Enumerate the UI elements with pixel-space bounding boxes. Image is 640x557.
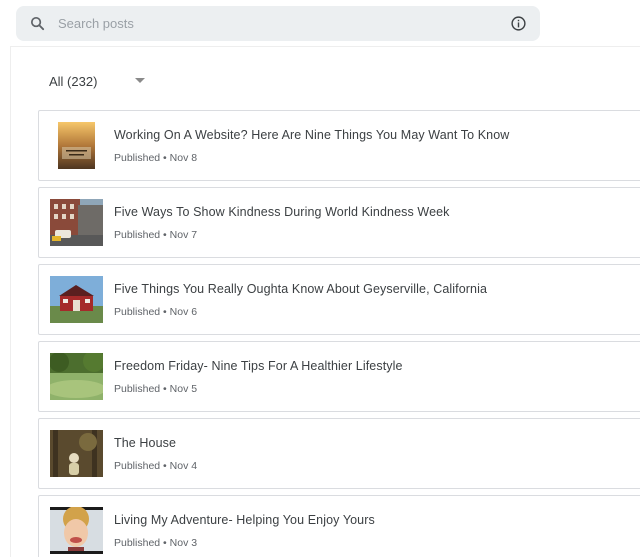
post-meta: Published • Nov 8	[114, 152, 198, 164]
post-status: Published	[114, 229, 161, 241]
post-meta: Published • Nov 7	[114, 229, 198, 241]
post-status: Published	[114, 460, 161, 472]
post-thumbnail	[50, 276, 103, 323]
post-title[interactable]: Five Things You Really Oughta Know About…	[114, 282, 487, 296]
info-icon[interactable]	[510, 15, 527, 32]
post-meta: Published • Nov 6	[114, 306, 198, 318]
post-title[interactable]: Five Ways To Show Kindness During World …	[114, 205, 450, 219]
sidebar-divider	[10, 46, 11, 557]
post-status: Published	[114, 152, 161, 164]
post-thumbnail	[50, 353, 103, 400]
header-divider	[10, 46, 640, 47]
post-date: Nov 6	[169, 306, 198, 318]
search-bar[interactable]	[16, 6, 540, 41]
post-item[interactable]: Living My Adventure- Helping You Enjoy Y…	[38, 495, 640, 557]
post-date: Nov 5	[169, 383, 198, 395]
post-meta: Published • Nov 5	[114, 383, 198, 395]
post-date: Nov 3	[169, 537, 198, 549]
post-item[interactable]: The House Published • Nov 4	[38, 418, 640, 489]
search-icon[interactable]	[29, 15, 46, 32]
post-thumbnail	[50, 199, 103, 246]
post-title[interactable]: Living My Adventure- Helping You Enjoy Y…	[114, 513, 375, 527]
post-meta: Published • Nov 4	[114, 460, 198, 472]
post-date: Nov 7	[169, 229, 198, 241]
post-item[interactable]: Working On A Website? Here Are Nine Thin…	[38, 110, 640, 181]
post-item[interactable]: Five Ways To Show Kindness During World …	[38, 187, 640, 258]
post-date: Nov 4	[169, 460, 198, 472]
post-date: Nov 8	[169, 152, 198, 164]
post-item[interactable]: Five Things You Really Oughta Know About…	[38, 264, 640, 335]
post-item[interactable]: Freedom Friday- Nine Tips For A Healthie…	[38, 341, 640, 412]
post-title[interactable]: Working On A Website? Here Are Nine Thin…	[114, 128, 509, 142]
post-title[interactable]: The House	[114, 436, 176, 450]
top-bar	[0, 0, 640, 46]
post-thumbnail	[50, 122, 103, 169]
posts-page: All (232) Working On A Website? Here Are…	[0, 0, 640, 557]
post-thumbnail	[50, 507, 103, 554]
caret-down-icon	[135, 78, 145, 83]
post-status: Published	[114, 383, 161, 395]
post-meta: Published • Nov 3	[114, 537, 198, 549]
post-status: Published	[114, 537, 161, 549]
filter-label: All (232)	[49, 74, 98, 89]
post-filter-dropdown[interactable]: All (232)	[38, 68, 158, 94]
search-input[interactable]	[58, 6, 498, 41]
post-thumbnail	[50, 430, 103, 477]
post-title[interactable]: Freedom Friday- Nine Tips For A Healthie…	[114, 359, 403, 373]
post-status: Published	[114, 306, 161, 318]
